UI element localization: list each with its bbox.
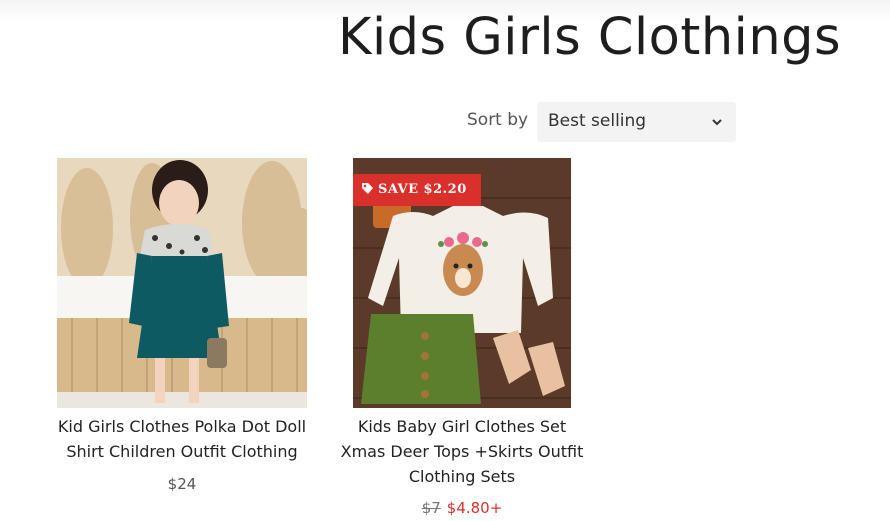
sale-price: $4.80+ <box>446 499 503 517</box>
tag-icon <box>362 183 373 194</box>
discount-badge: SAVE $2.20 <box>353 174 481 206</box>
sort-label: Sort by <box>467 110 529 130</box>
sort-selected-value: Best selling <box>548 111 647 131</box>
product-title[interactable]: Kid Girls Clothes Polka Dot Doll Shirt C… <box>40 414 324 464</box>
page-title: Kids Girls Clothings <box>338 8 842 67</box>
product-price: $24 <box>167 475 197 493</box>
product-price: $7 $4.80+ <box>328 499 596 517</box>
sort-select[interactable]: Best selling <box>537 102 736 142</box>
product-image[interactable] <box>57 158 307 408</box>
product-title[interactable]: Kids Baby Girl Clothes Set Xmas Deer Top… <box>328 414 596 489</box>
chevron-down-icon <box>712 119 722 126</box>
compare-price: $7 <box>421 499 441 517</box>
